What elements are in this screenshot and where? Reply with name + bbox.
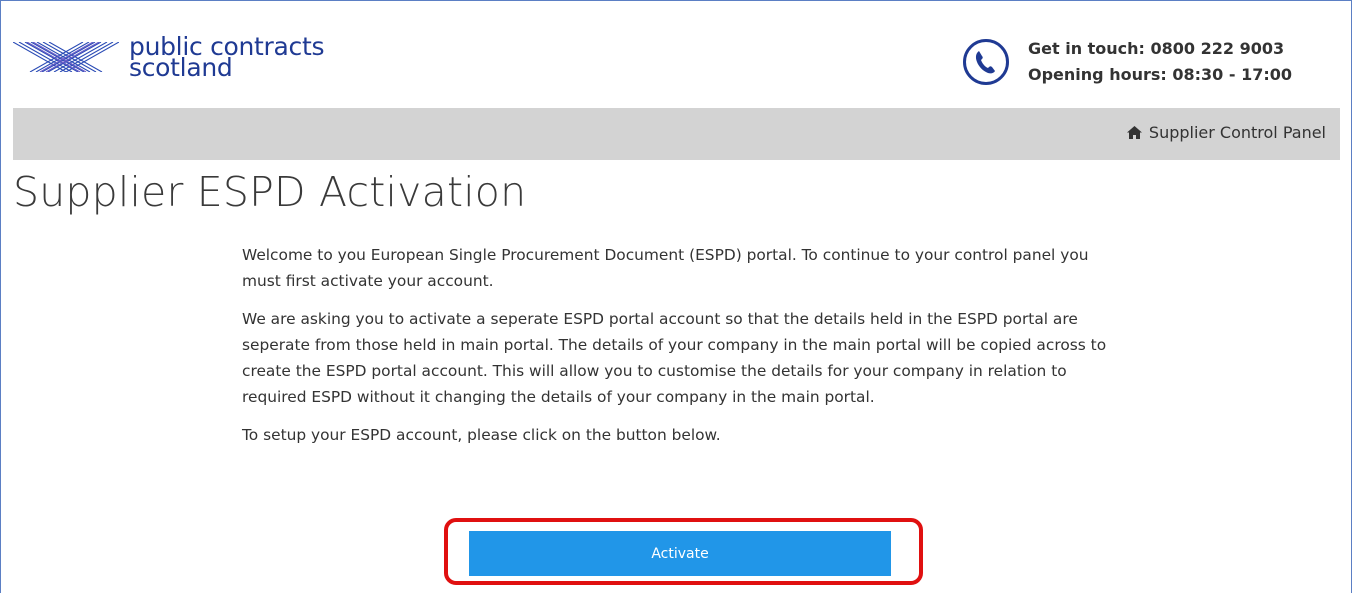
navigation-bar: Supplier Control Panel [13, 108, 1340, 160]
contact-phone: Get in touch: 0800 222 9003 [1028, 39, 1285, 58]
contact-info: Get in touch: 0800 222 9003 Opening hour… [962, 36, 1292, 88]
explanation-paragraph: We are asking you to activate a seperate… [242, 310, 1107, 406]
supplier-control-panel-link[interactable]: Supplier Control Panel [1126, 123, 1326, 142]
instruction-paragraph: To setup your ESPD account, please click… [242, 426, 721, 444]
supplier-control-panel-label: Supplier Control Panel [1148, 123, 1326, 142]
contact-lines: Get in touch: 0800 222 9003 Opening hour… [1028, 36, 1292, 88]
site-logo[interactable]: public contracts scotland [13, 34, 325, 80]
site-header: public contracts scotland Get in touch: … [13, 8, 1340, 108]
page-title: Supplier ESPD Activation [13, 168, 527, 216]
saltire-logo-icon [13, 42, 119, 72]
welcome-paragraph: Welcome to you European Single Procureme… [242, 246, 1089, 290]
logo-text: public contracts scotland [129, 34, 325, 80]
home-icon [1126, 126, 1142, 139]
phone-icon [963, 39, 1009, 85]
main-content: Welcome to you European Single Procureme… [242, 242, 1112, 460]
opening-hours: Opening hours: 08:30 - 17:00 [1028, 65, 1292, 84]
activate-button[interactable]: Activate [469, 531, 891, 576]
